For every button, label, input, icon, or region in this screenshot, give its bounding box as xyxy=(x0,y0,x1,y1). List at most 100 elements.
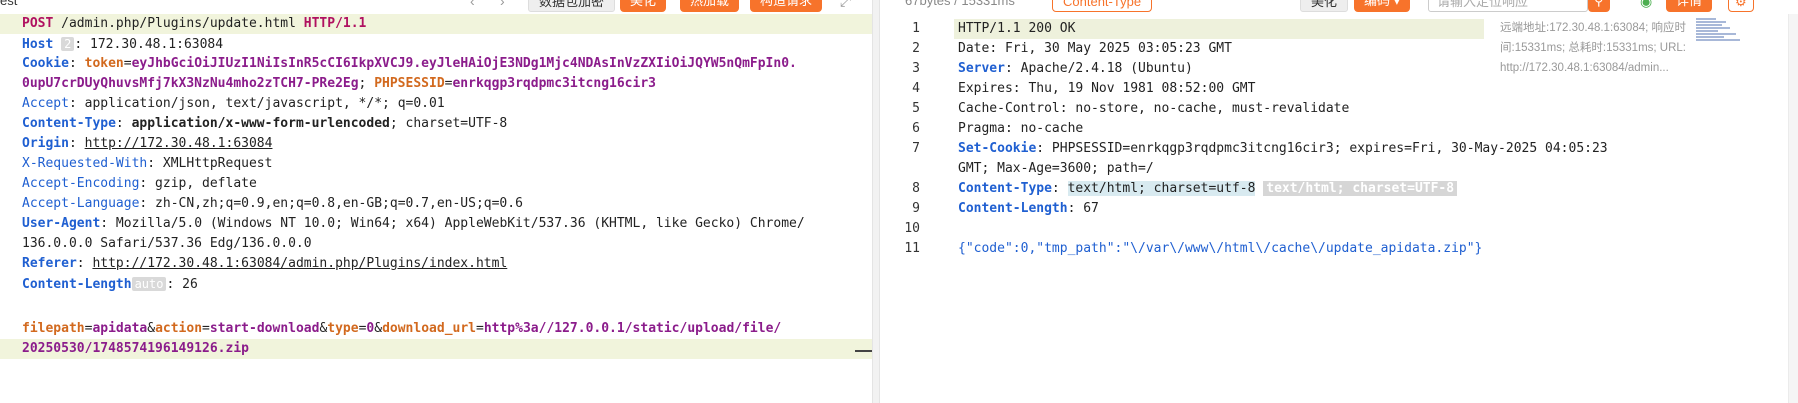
request-info: 远端地址:172.30.48.1:63084; 响应时间:15331ms; 总耗… xyxy=(1500,22,1687,74)
request-editor[interactable]: POST /admin.php/Plugins/update.html HTTP… xyxy=(0,14,872,403)
left-tab-fragment[interactable]: est xyxy=(0,0,17,12)
param-key: download_url xyxy=(382,321,476,336)
header-origin: Origin: http://172.30.48.1:63084 xyxy=(22,136,273,151)
header-key: Content-Length xyxy=(22,277,132,292)
back-arrow-icon[interactable]: ‹ xyxy=(470,0,475,12)
header-value: 67 xyxy=(1075,201,1099,216)
header-key: Content-Type xyxy=(22,116,116,131)
status-line: HTTP/1.1 200 OK xyxy=(958,21,1076,36)
header-key: Origin xyxy=(22,136,69,151)
header-user-agent: User-Agent: Mozilla/5.0 (Windows NT 10.0… xyxy=(22,216,805,231)
content-type-button[interactable]: Content-Type xyxy=(1052,0,1153,12)
header-key: User-Agent xyxy=(22,216,101,231)
panel-splitter[interactable] xyxy=(872,0,880,403)
response-scrollbar[interactable] xyxy=(1788,14,1798,403)
header-key: Server xyxy=(958,61,1005,76)
line-number: 11 xyxy=(904,241,920,256)
http-method: POST xyxy=(22,16,54,31)
minimap[interactable] xyxy=(1696,18,1744,44)
hot-load-button[interactable]: 热加载 xyxy=(680,0,740,12)
header-key: Accept-Encoding xyxy=(22,176,140,191)
cookie-token-value-cont: 0upU7crDUyQhuvsMfj7kX3NzNu4mho2zTCH7-PRe… xyxy=(22,76,359,91)
header-key: Referer xyxy=(22,256,77,271)
header-key: Content-Type xyxy=(958,181,1052,196)
header-date: Date: Fri, 30 May 2025 03:05:23 GMT xyxy=(958,41,1232,56)
param-value-cont: 20250530/1748574196149126.zip xyxy=(22,341,249,356)
header-content-type: Content-Type: text/html; charset=utf-8 t… xyxy=(958,179,1458,199)
header-value: zh-CN,zh;q=0.9,en;q=0.8,en-GB;q=0.7,en-U… xyxy=(147,196,523,211)
origin-link[interactable]: http://172.30.48.1:63084 xyxy=(85,136,273,151)
beautify-button[interactable]: 美化 xyxy=(620,0,667,12)
header-value: Mozilla/5.0 (Windows NT 10.0; Win64; x64… xyxy=(108,216,805,231)
content-type-chip: text/html; charset=UTF-8 xyxy=(1263,181,1458,196)
line-number: 8 xyxy=(912,181,920,196)
header-content-length: Content-Length: 67 xyxy=(958,201,1099,216)
header-value: 26 xyxy=(174,277,198,292)
header-key: Date xyxy=(958,41,990,56)
header-value: PHPSESSID=enrkqgp3rqdpmc3itcng16cir3; ex… xyxy=(1044,141,1608,156)
header-value-cont: GMT; Max-Age=3600; path=/ xyxy=(958,161,1154,176)
header-value: application/json, text/javascript, */*; … xyxy=(76,96,445,111)
param-value: start-download xyxy=(209,321,320,336)
cookie-token-key: token xyxy=(84,56,124,71)
locate-input[interactable]: 请输入定位响应 xyxy=(1428,0,1588,12)
toolbar: est ‹ › 数据包加密 美化 热加载 构造请求 ⤢ 67bytes / 15… xyxy=(0,0,1798,12)
header-set-cookie-cont: GMT; Max-Age=3600; path=/ xyxy=(958,159,1154,179)
header-value: application/x-www-form-urlencoded xyxy=(131,116,390,131)
header-cache-control: Cache-Control: no-store, no-cache, must-… xyxy=(958,101,1350,116)
header-referer: Referer: http://172.30.48.1:63084/admin.… xyxy=(22,256,508,271)
http-version: HTTP/1.1 xyxy=(303,16,367,31)
header-value: 172.30.48.1:63084 xyxy=(82,37,224,52)
header-value-cont: 136.0.0.0 Safari/537.36 Edg/136.0.0.0 xyxy=(22,236,312,251)
host-badge[interactable]: 2 xyxy=(61,37,75,51)
response-body: {"code":0,"tmp_path":"\/var\/www\/html\/… xyxy=(958,241,1483,256)
search-icon[interactable]: ⚲ xyxy=(1588,0,1610,12)
header-pragma: Pragma: no-cache xyxy=(958,121,1084,136)
header-key: Cache-Control xyxy=(958,101,1060,116)
header-set-cookie: Set-Cookie: PHPSESSID=enrkqgp3rqdpmc3itc… xyxy=(958,141,1608,156)
line-number: 10 xyxy=(904,221,920,236)
text-cursor xyxy=(855,350,872,352)
detail-button[interactable]: 详情 xyxy=(1666,0,1713,12)
forward-arrow-icon[interactable]: › xyxy=(500,0,505,12)
cookie-sid-value: enrkqgp3rqdpmc3itcng16cir3 xyxy=(452,76,656,91)
header-x-requested-with: X-Requested-With: XMLHttpRequest xyxy=(22,156,273,171)
settings-icon[interactable]: ⚙ xyxy=(1728,0,1754,12)
request-body-cont: 20250530/1748574196149126.zip xyxy=(22,339,249,359)
browser-icon[interactable]: ◉ xyxy=(1640,0,1652,12)
header-value: Fri, 30 May 2025 03:05:23 GMT xyxy=(997,41,1232,56)
request-line: POST /admin.php/Plugins/update.html HTTP… xyxy=(22,14,366,34)
response-size: 67bytes / 15331ms xyxy=(905,0,1015,8)
line-number: 9 xyxy=(912,201,920,216)
line-number: 4 xyxy=(912,81,920,96)
header-host: Host 2: 172.30.48.1:63084 xyxy=(22,37,224,52)
referer-link[interactable]: http://172.30.48.1:63084/admin.php/Plugi… xyxy=(92,256,507,271)
param-key: type xyxy=(327,321,359,336)
encoding-button[interactable]: 编码 ▾ xyxy=(1354,0,1411,12)
header-value: Thu, 19 Nov 1981 08:52:00 GMT xyxy=(1020,81,1256,96)
header-value: no-store, no-cache, must-revalidate xyxy=(1067,101,1350,116)
param-value: apidata xyxy=(92,321,148,336)
line-number: 1 xyxy=(912,21,920,36)
build-request-button[interactable]: 构造请求 xyxy=(750,0,823,12)
header-key: Cookie xyxy=(22,56,69,71)
header-expires: Expires: Thu, 19 Nov 1981 08:52:00 GMT xyxy=(958,81,1256,96)
request-body: filepath=apidata&action=start-download&t… xyxy=(22,321,782,336)
request-path: /admin.php/Plugins/update.html xyxy=(53,16,304,31)
header-content-type: Content-Type: application/x-www-form-url… xyxy=(22,116,508,131)
packet-encrypt-button[interactable]: 数据包加密 xyxy=(528,0,616,12)
line-number: 6 xyxy=(912,121,920,136)
auto-badge[interactable]: auto xyxy=(131,277,167,291)
header-accept: Accept: application/json, text/javascrip… xyxy=(22,96,445,111)
response-beautify-button[interactable]: 美化 xyxy=(1300,0,1349,12)
header-key: Accept-Language xyxy=(22,196,140,211)
header-key: Accept xyxy=(22,96,69,111)
expand-icon[interactable]: ⤢ xyxy=(840,0,851,12)
header-value: XMLHttpRequest xyxy=(155,156,273,171)
header-key: Expires xyxy=(958,81,1013,96)
chevron-down-icon: ▾ xyxy=(1393,0,1401,8)
header-server: Server: Apache/2.4.18 (Ubuntu) xyxy=(958,61,1193,76)
param-key: action xyxy=(155,321,203,336)
header-key: Pragma xyxy=(958,121,1005,136)
header-value-selected: text/html; charset=utf-8 xyxy=(1067,181,1256,196)
